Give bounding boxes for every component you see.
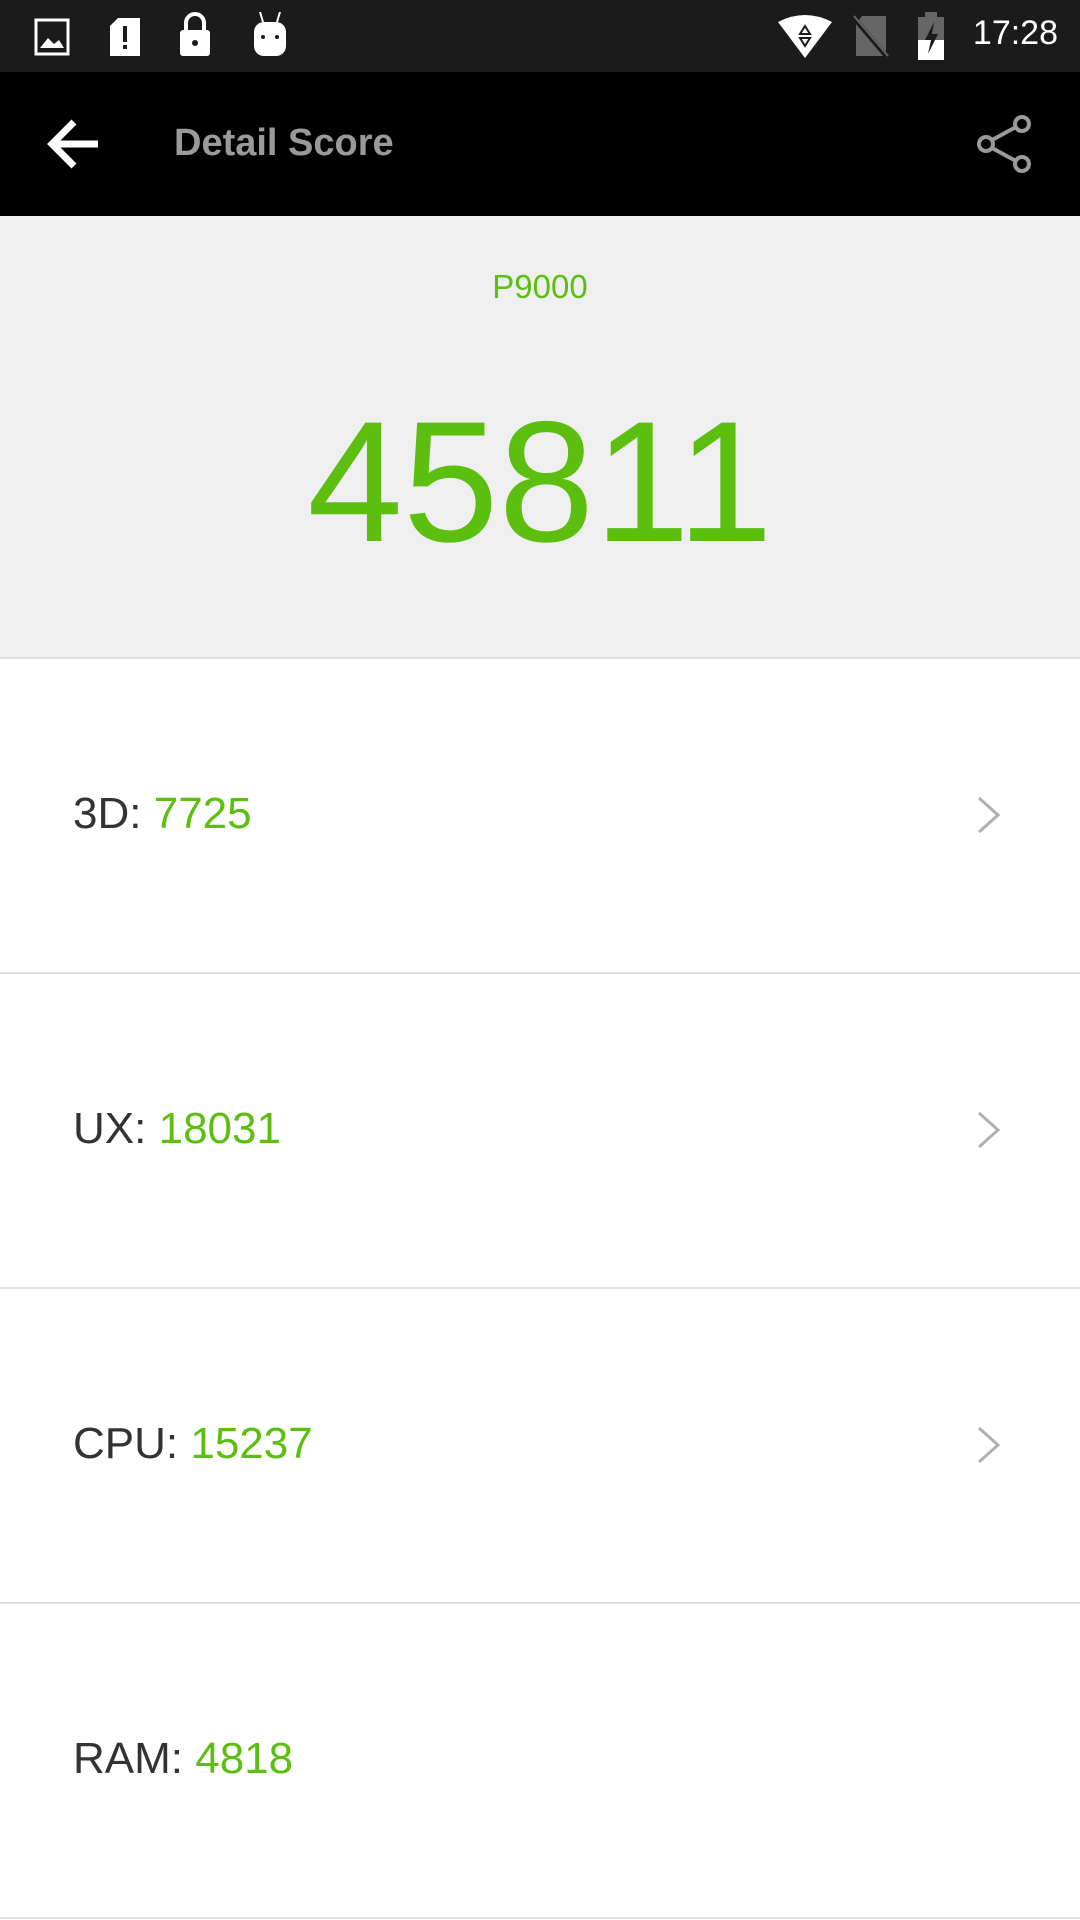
- no-sim-icon: [852, 15, 890, 58]
- chevron-right-icon[interactable]: [976, 795, 1002, 835]
- battery-charging-icon: [918, 12, 944, 60]
- clock: 17:28: [972, 14, 1058, 52]
- score-label: UX:: [73, 1104, 147, 1153]
- arrow-left-icon[interactable]: [46, 118, 102, 170]
- device-name: P9000: [492, 268, 588, 305]
- status-bar: 17:28: [0, 0, 1080, 72]
- chevron-right-icon[interactable]: [976, 1425, 1002, 1465]
- score-value: 7725: [153, 789, 252, 838]
- chevron-right-icon[interactable]: [976, 1110, 1002, 1150]
- sim-alert-icon: [110, 18, 140, 56]
- score-summary: P9000 45811: [0, 216, 1080, 659]
- lock-icon: [180, 12, 210, 56]
- score-label: CPU:: [73, 1419, 179, 1468]
- score-value: 4818: [195, 1734, 294, 1783]
- score-value: 15237: [190, 1419, 313, 1468]
- total-score: 45811: [307, 386, 773, 578]
- score-row-ram: RAM: 4818: [0, 1604, 1080, 1919]
- share-icon[interactable]: [974, 114, 1034, 174]
- toolbar: Detail Score: [0, 72, 1080, 216]
- score-label: 3D:: [73, 789, 142, 838]
- android-icon: [254, 12, 286, 56]
- wifi-icon: [778, 15, 832, 58]
- score-value: 18031: [158, 1104, 281, 1153]
- page-title: Detail Score: [174, 122, 394, 164]
- score-label: RAM:: [73, 1734, 183, 1783]
- image-icon: [34, 18, 70, 56]
- score-row-ux[interactable]: UX: 18031: [0, 974, 1080, 1289]
- score-row-3d[interactable]: 3D: 7725: [0, 659, 1080, 974]
- score-row-cpu[interactable]: CPU: 15237: [0, 1289, 1080, 1604]
